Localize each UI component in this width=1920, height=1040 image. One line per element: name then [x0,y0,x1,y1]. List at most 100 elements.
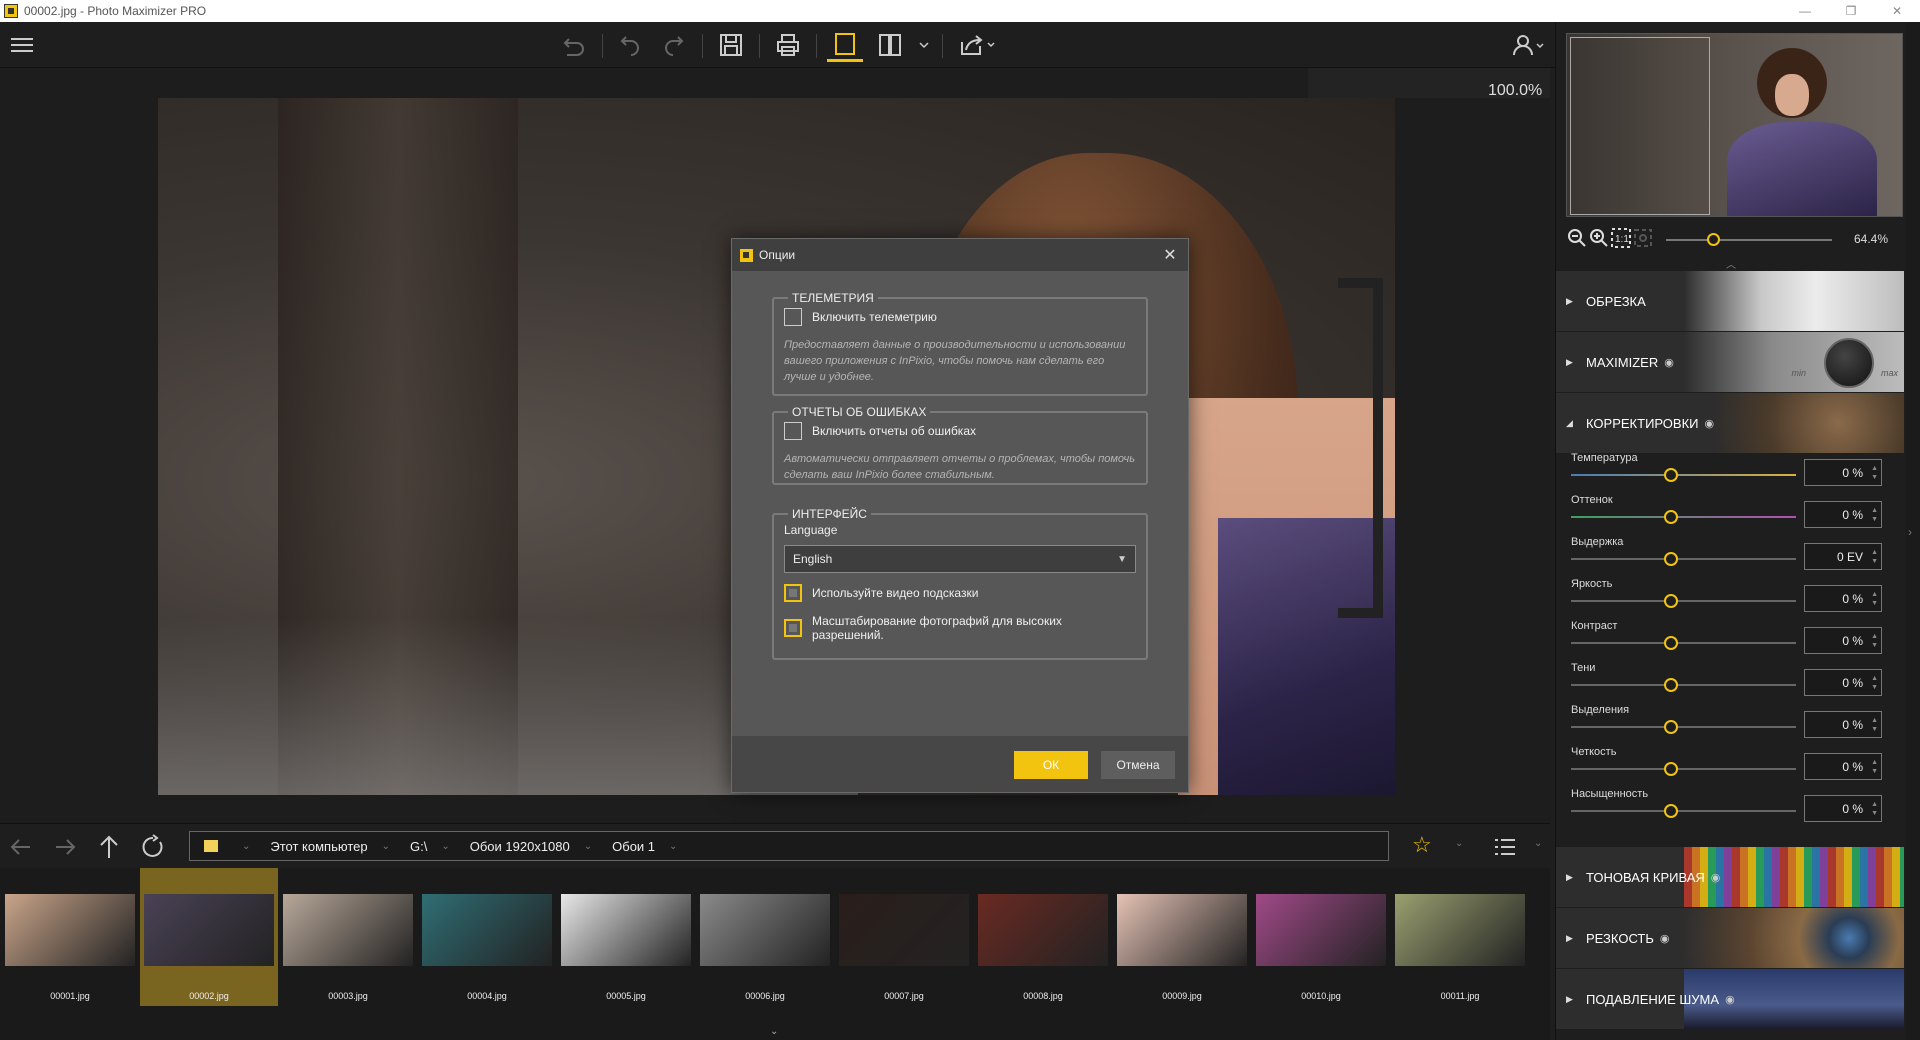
breadcrumb-wallpapers-1[interactable]: Обои 1 [606,839,661,854]
adjustment-slider-knob[interactable] [1664,552,1678,566]
adjustment-slider-knob[interactable] [1664,762,1678,776]
breadcrumb-this-pc[interactable]: Этот компьютер [264,839,373,854]
adjustment-slider-knob[interactable] [1664,636,1678,650]
spinner-arrows-icon[interactable]: ▲ ▼ [1871,548,1878,566]
section-tone-curve[interactable]: ▶ ТОНОВАЯ КРИВАЯ ◉ [1556,847,1904,907]
eye-icon[interactable]: ◉ [1664,356,1674,369]
filmstrip-thumb[interactable]: 00011.jpg [1391,868,1529,1006]
adjustment-slider-knob[interactable] [1664,678,1678,692]
user-icon[interactable] [1508,28,1548,62]
filmstrip-thumb[interactable]: 00006.jpg [696,868,834,1006]
undo-icon[interactable] [612,28,648,62]
adjustment-slider[interactable] [1571,474,1796,476]
adjustment-slider-knob[interactable] [1664,510,1678,524]
spinner-arrows-icon[interactable]: ▲ ▼ [1871,632,1878,650]
undo-all-icon[interactable] [556,28,592,62]
ok-button[interactable]: ОК [1014,751,1088,779]
adjustment-value-input[interactable]: 0 % ▲ ▼ [1804,753,1882,780]
hidpi-scaling-checkbox[interactable] [784,619,802,637]
favorite-star-icon[interactable]: ☆ [1412,832,1432,858]
menu-icon[interactable] [4,28,40,62]
print-icon[interactable] [770,28,806,62]
spinner-arrows-icon[interactable]: ▲ ▼ [1871,464,1878,482]
actual-size-icon[interactable]: 1:1 [1610,227,1632,254]
telemetry-checkbox-row[interactable]: Включить телеметрию [784,305,1136,329]
eye-icon[interactable]: ◉ [1725,993,1735,1006]
error-reports-checkbox-row[interactable]: Включить отчеты об ошибках [784,419,1136,443]
filmstrip-thumb[interactable]: 00003.jpg [279,868,417,1006]
navigator-zoom-knob[interactable] [1707,233,1721,246]
language-select[interactable]: English ▼ [784,545,1136,573]
folder-path-breadcrumb[interactable]: ⌄ Этот компьютер ⌄ G:\ ⌄ Обои 1920x1080 … [189,831,1389,861]
cancel-button[interactable]: Отмена [1101,751,1175,779]
list-view-icon[interactable] [1490,832,1520,862]
close-window-button[interactable]: ✕ [1874,0,1920,22]
adjustment-slider[interactable] [1571,810,1796,812]
share-icon[interactable] [954,28,1002,62]
spinner-arrows-icon[interactable]: ▲ ▼ [1871,590,1878,608]
adjustment-slider[interactable] [1571,642,1796,644]
adjustment-value-input[interactable]: 0 % ▲ ▼ [1804,711,1882,738]
chevron-down-icon[interactable]: ⌄ [770,1026,778,1037]
telemetry-checkbox[interactable] [784,308,802,326]
adjustment-slider[interactable] [1571,726,1796,728]
navigator-preview[interactable] [1566,33,1903,217]
chevron-down-icon[interactable]: ⌄ [1534,838,1542,849]
save-icon[interactable] [713,28,749,62]
video-hints-row[interactable]: Используйте видео подсказки [784,581,1136,605]
adjustment-value-input[interactable]: 0 % ▲ ▼ [1804,459,1882,486]
section-noise-reduction[interactable]: ▶ ПОДАВЛЕНИЕ ШУМА ◉ [1556,969,1904,1029]
single-view-icon[interactable] [827,28,863,62]
adjustment-slider-knob[interactable] [1664,804,1678,818]
video-hints-checkbox[interactable] [784,584,802,602]
adjustment-value-input[interactable]: 0 % ▲ ▼ [1804,795,1882,822]
chevron-down-icon[interactable]: ⌄ [669,841,677,852]
adjustment-value-input[interactable]: 0 % ▲ ▼ [1804,501,1882,528]
breadcrumb-wallpapers[interactable]: Обои 1920x1080 [464,839,576,854]
navigator-zoom-slider[interactable] [1666,239,1832,241]
section-crop[interactable]: ▶ ОБРЕЗКА [1556,271,1904,331]
forward-arrow-icon[interactable] [50,832,80,862]
adjustment-slider-knob[interactable] [1664,594,1678,608]
filmstrip-thumb[interactable]: 00002.jpg [140,868,278,1006]
chevron-right-icon[interactable]: › [1908,525,1912,539]
spinner-arrows-icon[interactable]: ▲ ▼ [1871,758,1878,776]
adjustment-slider[interactable] [1571,768,1796,770]
filmstrip-thumb[interactable]: 00001.jpg [1,868,139,1006]
chevron-down-icon[interactable]: ⌄ [584,841,592,852]
adjustment-value-input[interactable]: 0 % ▲ ▼ [1804,585,1882,612]
hidpi-scaling-row[interactable]: Масштабирование фотографий для высоких р… [784,614,1136,642]
spinner-arrows-icon[interactable]: ▲ ▼ [1871,716,1878,734]
filmstrip-thumb[interactable]: 00004.jpg [418,868,556,1006]
adjustment-slider[interactable] [1571,684,1796,686]
spinner-arrows-icon[interactable]: ▲ ▼ [1871,674,1878,692]
filmstrip-thumb[interactable]: 00007.jpg [835,868,973,1006]
chevron-down-icon[interactable]: ⌄ [382,841,390,852]
adjustment-slider-knob[interactable] [1664,468,1678,482]
eye-icon[interactable]: ◉ [1711,871,1721,884]
filmstrip-thumb[interactable]: 00009.jpg [1113,868,1251,1006]
adjustment-slider[interactable] [1571,516,1796,518]
adjustment-slider[interactable] [1571,600,1796,602]
adjustment-slider[interactable] [1571,558,1796,560]
adjustment-value-input[interactable]: 0 % ▲ ▼ [1804,627,1882,654]
restore-button[interactable]: ❐ [1828,0,1874,22]
error-reports-checkbox[interactable] [784,422,802,440]
eye-icon[interactable]: ◉ [1660,932,1670,945]
back-arrow-icon[interactable] [6,832,36,862]
split-view-icon[interactable] [872,28,908,62]
refresh-icon[interactable] [138,832,168,862]
section-sharpness[interactable]: ▶ РЕЗКОСТЬ ◉ [1556,908,1904,968]
fit-screen-icon[interactable] [1632,227,1654,254]
spinner-arrows-icon[interactable]: ▲ ▼ [1871,800,1878,818]
breadcrumb-drive[interactable]: G:\ [404,839,433,854]
close-icon[interactable]: ✕ [1160,245,1180,265]
up-arrow-icon[interactable] [94,832,124,862]
spinner-arrows-icon[interactable]: ▲ ▼ [1871,506,1878,524]
view-dropdown-chevron-icon[interactable] [906,28,942,62]
chevron-up-icon[interactable]: ︿ [1726,256,1736,271]
eye-icon[interactable]: ◉ [1705,417,1715,430]
filmstrip-thumb[interactable]: 00005.jpg [557,868,695,1006]
zoom-in-icon[interactable] [1588,227,1610,254]
chevron-down-icon[interactable]: ⌄ [242,841,250,852]
